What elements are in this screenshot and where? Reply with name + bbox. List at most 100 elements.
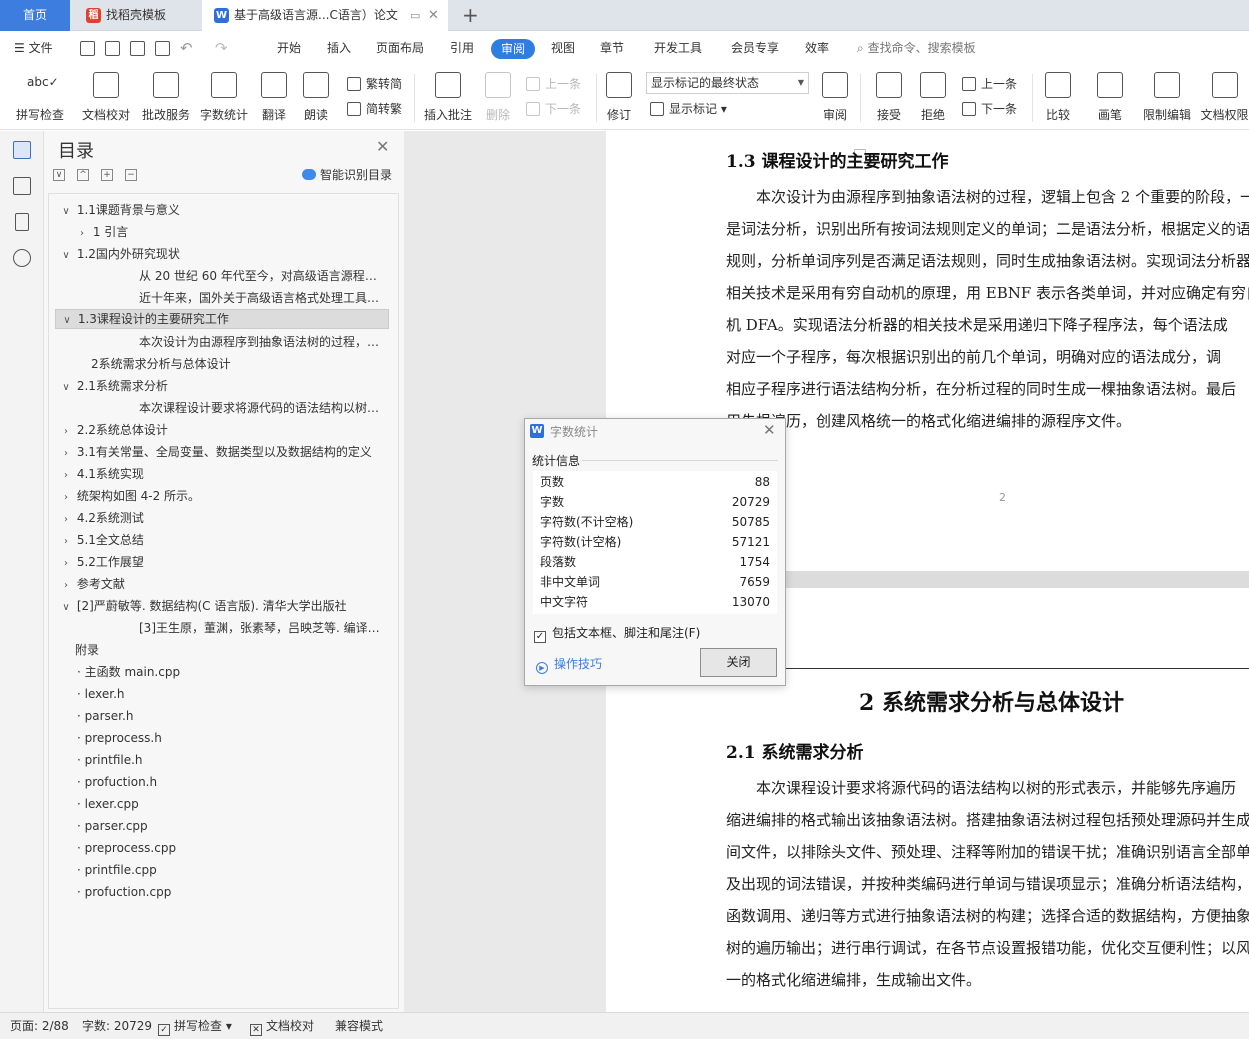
reject-button[interactable]: 拒绝: [916, 70, 950, 126]
toc-item[interactable]: · lexer.cpp: [77, 794, 377, 814]
command-search[interactable]: ⌕ 查找命令、搜索模板: [857, 31, 976, 66]
toc-item-selected[interactable]: ∨ 1.3课程设计的主要研究工作: [55, 309, 389, 329]
toggle-chevron-icon[interactable]: ›: [59, 466, 73, 484]
insert-comment-button[interactable]: 插入批注: [422, 70, 474, 126]
toc-item[interactable]: · profuction.h: [77, 772, 377, 792]
tab-home[interactable]: 首页: [0, 0, 70, 31]
show-markup-button[interactable]: 显示标记 ▾: [650, 99, 727, 119]
trad-to-simp-button[interactable]: 繁转简: [347, 74, 402, 94]
toc-item[interactable]: › 4.1系统实现: [59, 464, 379, 484]
prev-change-button[interactable]: 上一条: [962, 74, 1017, 94]
close-button[interactable]: 关闭: [700, 648, 777, 677]
menu-start[interactable]: 开始: [277, 31, 301, 66]
toggle-chevron-icon[interactable]: ›: [59, 444, 73, 462]
menu-member[interactable]: 会员专享: [731, 31, 779, 66]
toc-item[interactable]: 2系统需求分析与总体设计: [91, 354, 385, 374]
remove-heading-icon[interactable]: −: [125, 169, 137, 181]
close-icon[interactable]: ✕: [763, 421, 776, 439]
toc-item[interactable]: 近十年来，国外关于高级语言格式处理工具的研究: [139, 288, 385, 308]
close-icon[interactable]: ✕: [376, 137, 389, 156]
menu-chapter[interactable]: 章节: [600, 31, 624, 66]
toc-item[interactable]: · preprocess.cpp: [77, 838, 377, 858]
markup-state-select[interactable]: 显示标记的最终状态 ▼: [646, 72, 809, 94]
smart-toc-button[interactable]: 智能识别目录: [302, 166, 392, 183]
toc-item[interactable]: › 5.1全文总结: [59, 530, 379, 550]
toggle-chevron-icon[interactable]: ∨: [59, 202, 73, 220]
toggle-chevron-icon[interactable]: ›: [75, 224, 89, 242]
toggle-chevron-icon[interactable]: ›: [59, 488, 73, 506]
menu-references[interactable]: 引用: [450, 31, 474, 66]
toc-item[interactable]: 本次课程设计要求将源代码的语法结构以树的形式表示: [139, 398, 385, 418]
chapter-nav-icon[interactable]: [13, 177, 31, 195]
find-search-icon[interactable]: [13, 249, 31, 267]
next-comment-button[interactable]: 下一条: [526, 99, 581, 119]
spellcheck-status[interactable]: ✓ 拼写检查 ▾: [158, 1013, 232, 1039]
bookmark-icon[interactable]: [15, 213, 29, 231]
toc-item[interactable]: ∨ 2.1系统需求分析: [59, 376, 379, 396]
simp-to-trad-button[interactable]: 简转繁: [347, 99, 402, 119]
menu-view[interactable]: 视图: [551, 31, 575, 66]
toc-item[interactable]: · printfile.cpp: [77, 860, 377, 880]
spellcheck-button[interactable]: abc✓ 拼写检查: [10, 70, 70, 126]
toggle-chevron-icon[interactable]: ∨: [59, 246, 73, 264]
toc-item[interactable]: 本次设计为由源程序到抽象语法树的过程，逻辑上包含两个阶段: [139, 332, 385, 352]
word-count-indicator[interactable]: 字数: 20729: [82, 1013, 152, 1039]
toc-item[interactable]: · parser.h: [77, 706, 377, 726]
delete-comment-button[interactable]: 删除: [480, 70, 516, 126]
dialog-titlebar[interactable]: W 字数统计 ✕: [525, 419, 785, 443]
collapse-all-icon[interactable]: ∨: [53, 169, 65, 181]
toc-item[interactable]: › 2.2系统总体设计: [59, 420, 379, 440]
toc-item[interactable]: · preprocess.h: [77, 728, 377, 748]
toggle-chevron-icon[interactable]: ›: [59, 576, 73, 594]
toc-item[interactable]: ∨ 1.2国内外研究现状: [59, 244, 379, 264]
toc-item[interactable]: ∨ 1.1课题背景与意义: [59, 200, 379, 220]
review-pane-button[interactable]: 审阅: [818, 70, 852, 126]
toggle-chevron-icon[interactable]: ∨: [59, 598, 73, 616]
compare-button[interactable]: 比较: [1040, 70, 1076, 126]
menu-efficiency[interactable]: 效率: [805, 31, 829, 66]
toggle-chevron-icon[interactable]: ∨: [60, 312, 74, 328]
next-change-button[interactable]: 下一条: [962, 99, 1017, 119]
toggle-chevron-icon[interactable]: ›: [59, 510, 73, 528]
undo-icon[interactable]: ↶: [180, 31, 193, 66]
review-service-button[interactable]: 批改服务: [140, 70, 192, 126]
include-textbox-checkbox[interactable]: ✓ 包括文本框、脚注和尾注(F): [534, 624, 700, 643]
toc-item[interactable]: › 5.2工作展望: [59, 552, 379, 572]
toc-item[interactable]: › 1 引言: [75, 222, 379, 242]
page-indicator[interactable]: 页面: 2/88: [10, 1013, 69, 1039]
tab-pin-icon[interactable]: ▭: [410, 0, 420, 31]
toc-item[interactable]: · 主函数 main.cpp: [77, 662, 377, 682]
read-aloud-button[interactable]: 朗读: [300, 70, 332, 126]
print-preview-icon[interactable]: [155, 41, 170, 56]
toc-icon[interactable]: [13, 141, 31, 159]
new-tab-plus-icon[interactable]: +: [462, 3, 479, 27]
toc-item[interactable]: ∨ [2]严蔚敏等. 数据结构(C 语言版). 清华大学出版社: [59, 596, 385, 616]
menu-layout[interactable]: 页面布局: [376, 31, 424, 66]
toc-item[interactable]: › 统架构如图 4-2 所示。: [59, 486, 379, 506]
restrict-edit-button[interactable]: 限制编辑: [1142, 70, 1192, 126]
tab-close-icon[interactable]: ✕: [428, 0, 439, 31]
toggle-chevron-icon[interactable]: ›: [59, 532, 73, 550]
doc-permissions-button[interactable]: 文档权限: [1200, 70, 1249, 126]
add-heading-icon[interactable]: +: [101, 169, 113, 181]
toc-item[interactable]: · lexer.h: [77, 684, 377, 704]
menu-insert[interactable]: 插入: [327, 31, 351, 66]
prev-comment-button[interactable]: 上一条: [526, 74, 581, 94]
file-menu[interactable]: ☰ 文件: [14, 31, 53, 66]
tips-link[interactable]: ▶ 操作技巧: [536, 655, 602, 674]
tab-template[interactable]: 稻 找稻壳模板: [72, 0, 200, 31]
toc-item[interactable]: 附录: [75, 640, 375, 660]
toc-item[interactable]: › 3.1有关常量、全局变量、数据类型以及数据结构的定义: [59, 442, 385, 462]
toc-item[interactable]: · parser.cpp: [77, 816, 377, 836]
export-pdf-icon[interactable]: [105, 41, 120, 56]
print-icon[interactable]: [130, 41, 145, 56]
toc-item[interactable]: › 参考文献: [59, 574, 379, 594]
track-changes-button[interactable]: 修订: [602, 70, 636, 126]
redo-icon[interactable]: ↷: [215, 31, 228, 66]
menu-devtools[interactable]: 开发工具: [654, 31, 702, 66]
toc-item[interactable]: [3]王生原，董渊，张素琴，吕映芝等. 编译原理（第3版）: [139, 618, 385, 638]
toc-item[interactable]: › 4.2系统测试: [59, 508, 379, 528]
accept-button[interactable]: 接受: [872, 70, 906, 126]
proofread-button[interactable]: 文档校对: [80, 70, 132, 126]
toggle-chevron-icon[interactable]: ∨: [59, 378, 73, 396]
